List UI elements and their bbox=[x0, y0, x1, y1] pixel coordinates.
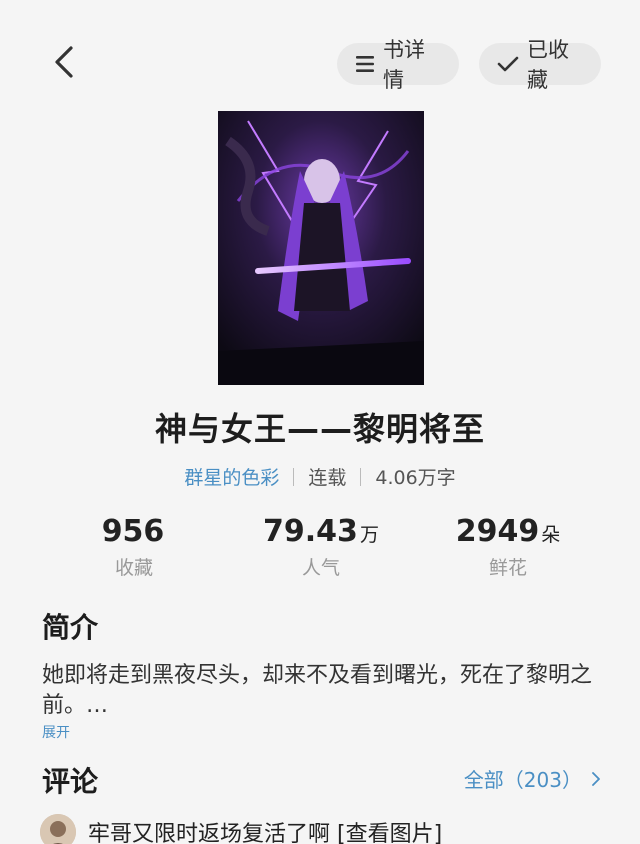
book-title: 神与女王——黎明将至 bbox=[154, 410, 485, 448]
stat-value: 2949 bbox=[455, 514, 540, 549]
book-status: 连载 bbox=[308, 467, 347, 489]
stat-favorites: 956 收藏 bbox=[34, 514, 234, 580]
stat-label: 鲜花 bbox=[488, 557, 527, 579]
stat-label: 收藏 bbox=[114, 557, 153, 579]
book-detail-label: 书详情 bbox=[383, 38, 425, 92]
stat-value: 79.43 bbox=[263, 514, 358, 549]
list-icon bbox=[355, 55, 375, 73]
comment-item[interactable]: 牢哥又限时返场复活了啊 [查看图片] bbox=[40, 812, 640, 844]
book-cover[interactable] bbox=[218, 111, 424, 385]
stat-unit: 朵 bbox=[541, 524, 561, 546]
chevron-left-icon bbox=[53, 45, 75, 83]
stat-value: 956 bbox=[101, 514, 165, 549]
avatar[interactable] bbox=[40, 814, 76, 844]
all-comments-link[interactable]: 全部（203） bbox=[464, 764, 600, 793]
meta-divider bbox=[293, 467, 295, 486]
book-meta: 群星的色彩 连载 4.06万字 bbox=[0, 463, 640, 490]
chevron-right-icon bbox=[592, 771, 600, 786]
all-comments-label: 全部（203） bbox=[463, 768, 582, 792]
author-link[interactable]: 群星的色彩 bbox=[184, 463, 279, 490]
favorited-button[interactable]: 已收藏 bbox=[479, 38, 601, 92]
intro-text: 她即将走到黑夜尽头，却来不及看到曙光，死在了黎明之前。… bbox=[42, 663, 593, 718]
check-icon bbox=[497, 55, 519, 73]
book-detail-button[interactable]: 书详情 bbox=[337, 38, 459, 92]
stat-label: 人气 bbox=[301, 557, 340, 579]
comment-text: 牢哥又限时返场复活了啊 [查看图片] bbox=[88, 822, 443, 844]
cover-illustration bbox=[218, 111, 424, 385]
intro-heading: 简介 bbox=[42, 611, 99, 644]
stats-row: 956 收藏 79.43 万 人气 2949 朵 鲜花 bbox=[0, 514, 640, 594]
comments-heading: 评论 bbox=[42, 765, 99, 798]
favorited-label: 已收藏 bbox=[527, 38, 569, 92]
word-count: 4.06万字 bbox=[375, 467, 456, 489]
stat-popularity: 79.43 万 人气 bbox=[221, 514, 421, 580]
stat-flowers: 2949 朵 鲜花 bbox=[408, 514, 608, 580]
expand-link[interactable]: 展开 bbox=[42, 722, 70, 742]
meta-divider bbox=[360, 467, 362, 486]
back-button[interactable] bbox=[44, 42, 84, 86]
stat-unit: 万 bbox=[359, 524, 379, 546]
top-bar: 书详情 已收藏 bbox=[0, 0, 640, 120]
